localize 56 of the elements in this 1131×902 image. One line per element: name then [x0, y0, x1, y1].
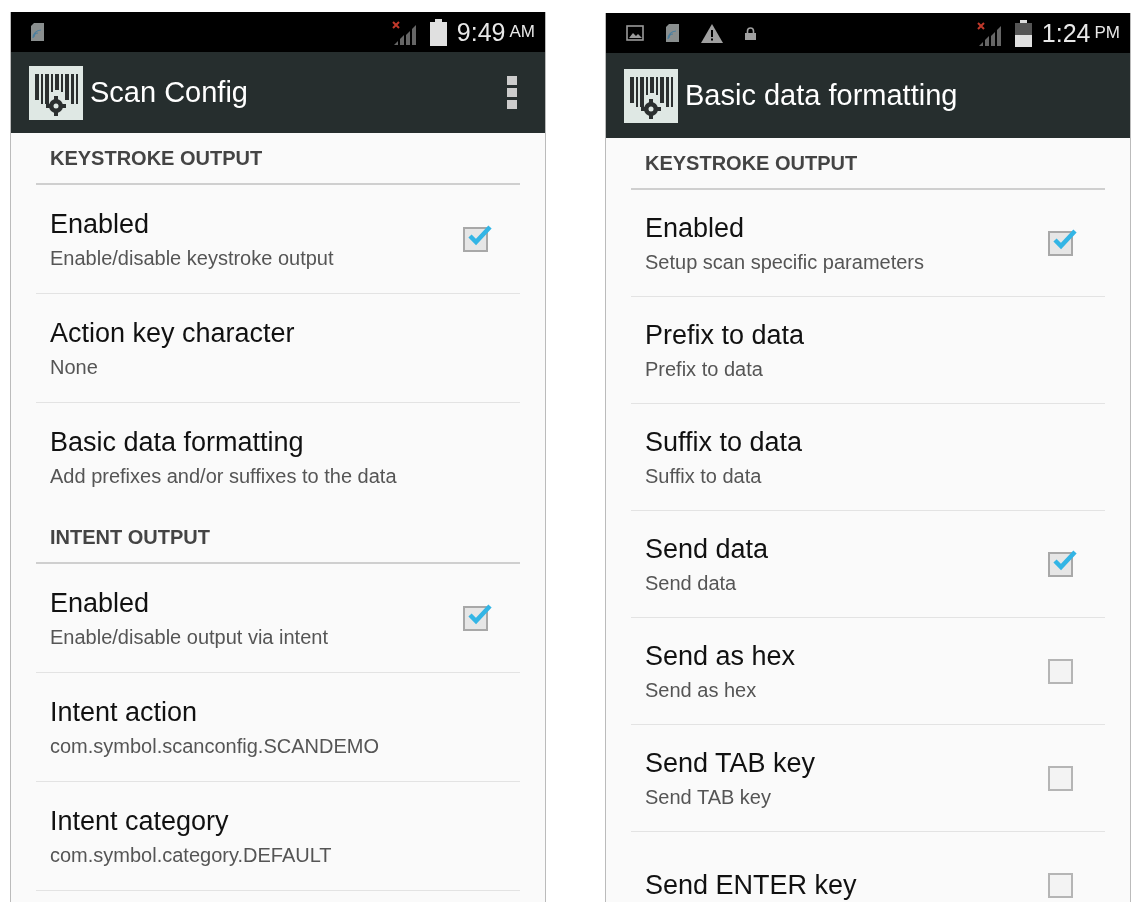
preference-summary: Add prefixes and/or suffixes to the data — [50, 465, 398, 488]
preference-title: Action key character — [50, 317, 296, 349]
preference-title: Enabled — [645, 212, 746, 244]
lock-icon — [745, 26, 756, 40]
battery-icon — [429, 18, 447, 46]
screen-title: Scan Config — [90, 76, 249, 109]
checkbox[interactable] — [1048, 872, 1073, 898]
preference-row[interactable]: Send as hex Send as hex — [631, 618, 1105, 725]
checkbox[interactable] — [1048, 765, 1073, 791]
clock-time: 1:24 — [1041, 18, 1091, 48]
preference-title: Intent category — [50, 805, 230, 837]
preference-row[interactable]: Intent action com.symbol.scanconfig.SCANDEMO — [36, 673, 520, 782]
clock-meridiem: AM — [509, 22, 535, 42]
preference-summary: Enable/disable keystroke output — [50, 246, 335, 270]
preference-summary: com.symbol.category.DEFAULT — [50, 843, 333, 867]
preference-title: Prefix to data — [645, 319, 806, 351]
preference-title: Basic data formatting — [50, 427, 305, 458]
preference-summary: Prefix to data — [645, 357, 764, 381]
preference-summary: Send data — [645, 571, 738, 595]
preference-title: Enabled — [50, 587, 151, 619]
image-icon — [626, 25, 644, 41]
sd-card-icon — [666, 24, 679, 42]
preference-title: Suffix to data — [645, 426, 804, 458]
section-header: KEYSTROKE OUTPUT — [36, 133, 520, 185]
preference-summary: Send as hex — [645, 678, 758, 702]
preference-title: Enabled — [50, 208, 151, 240]
overflow-menu-icon[interactable] — [507, 75, 517, 110]
preference-summary: Setup scan specific parameters — [645, 250, 926, 274]
battery-icon — [1014, 19, 1032, 47]
preference-row[interactable]: Suffix to data Suffix to data — [631, 404, 1105, 511]
sd-card-icon — [31, 23, 44, 41]
barcode-gear-icon — [29, 65, 83, 120]
preference-title: Send data — [645, 533, 770, 565]
preference-title: Send ENTER key — [645, 869, 858, 901]
preference-row[interactable]: Basic data formatting Add prefixes and/or suffixes to the data — [36, 403, 520, 512]
preference-row[interactable]: Prefix to data Prefix to data — [631, 297, 1105, 404]
preference-summary: Enable/disable output via intent — [50, 625, 329, 649]
clock-meridiem: PM — [1094, 23, 1120, 43]
preference-summary: None — [50, 355, 99, 379]
section-header: KEYSTROKE OUTPUT — [631, 138, 1105, 190]
preference-row[interactable]: Action key character None — [36, 294, 520, 403]
screen-title: Basic data formatting — [685, 79, 959, 112]
clock-time: 9:49 — [456, 17, 506, 47]
barcode-gear-icon — [624, 68, 678, 123]
preference-row[interactable]: Intent category com.symbol.category.DEFAULT — [36, 782, 520, 891]
preference-row[interactable]: Send ENTER key — [631, 832, 1105, 902]
checkbox[interactable] — [1048, 658, 1073, 684]
preference-title: Send as hex — [645, 640, 797, 672]
preference-row[interactable]: Send TAB key Send TAB key — [631, 725, 1105, 832]
preference-title: Intent action — [50, 696, 199, 728]
section-header: INTENT OUTPUT — [36, 512, 520, 564]
preference-summary: com.symbol.scanconfig.SCANDEMO — [50, 734, 380, 758]
preference-summary: Send TAB key — [645, 785, 772, 809]
warning-icon — [701, 23, 723, 43]
preference-summary: Suffix to data — [645, 464, 763, 488]
preference-title: Send TAB key — [645, 747, 817, 779]
